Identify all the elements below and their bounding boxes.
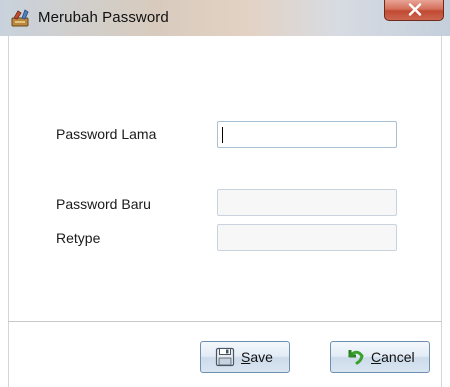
footer-divider	[8, 321, 442, 322]
cancel-label: Cancel	[371, 349, 415, 365]
cancel-button[interactable]: Cancel	[330, 341, 430, 373]
tools-icon	[10, 9, 30, 27]
old-password-field[interactable]	[217, 121, 397, 148]
save-label: Save	[241, 349, 273, 365]
undo-arrow-icon	[348, 350, 364, 365]
old-password-label: Password Lama	[56, 126, 157, 142]
old-password-input[interactable]	[218, 122, 396, 147]
retype-input[interactable]	[218, 225, 396, 250]
new-password-field[interactable]	[217, 189, 397, 216]
close-button[interactable]	[384, 0, 444, 21]
new-password-label: Password Baru	[56, 196, 151, 212]
dialog-window: Merubah Password Password Lama Password …	[0, 0, 450, 387]
close-x-icon	[408, 3, 422, 16]
retype-label: Retype	[56, 230, 101, 246]
text-caret	[222, 127, 223, 143]
save-button[interactable]: Save	[200, 341, 290, 373]
new-password-input[interactable]	[218, 190, 396, 215]
floppy-disk-icon	[215, 347, 235, 367]
window-title: Merubah Password	[38, 9, 169, 26]
retype-field[interactable]	[217, 224, 397, 251]
title-bar[interactable]: Merubah Password	[0, 0, 450, 36]
